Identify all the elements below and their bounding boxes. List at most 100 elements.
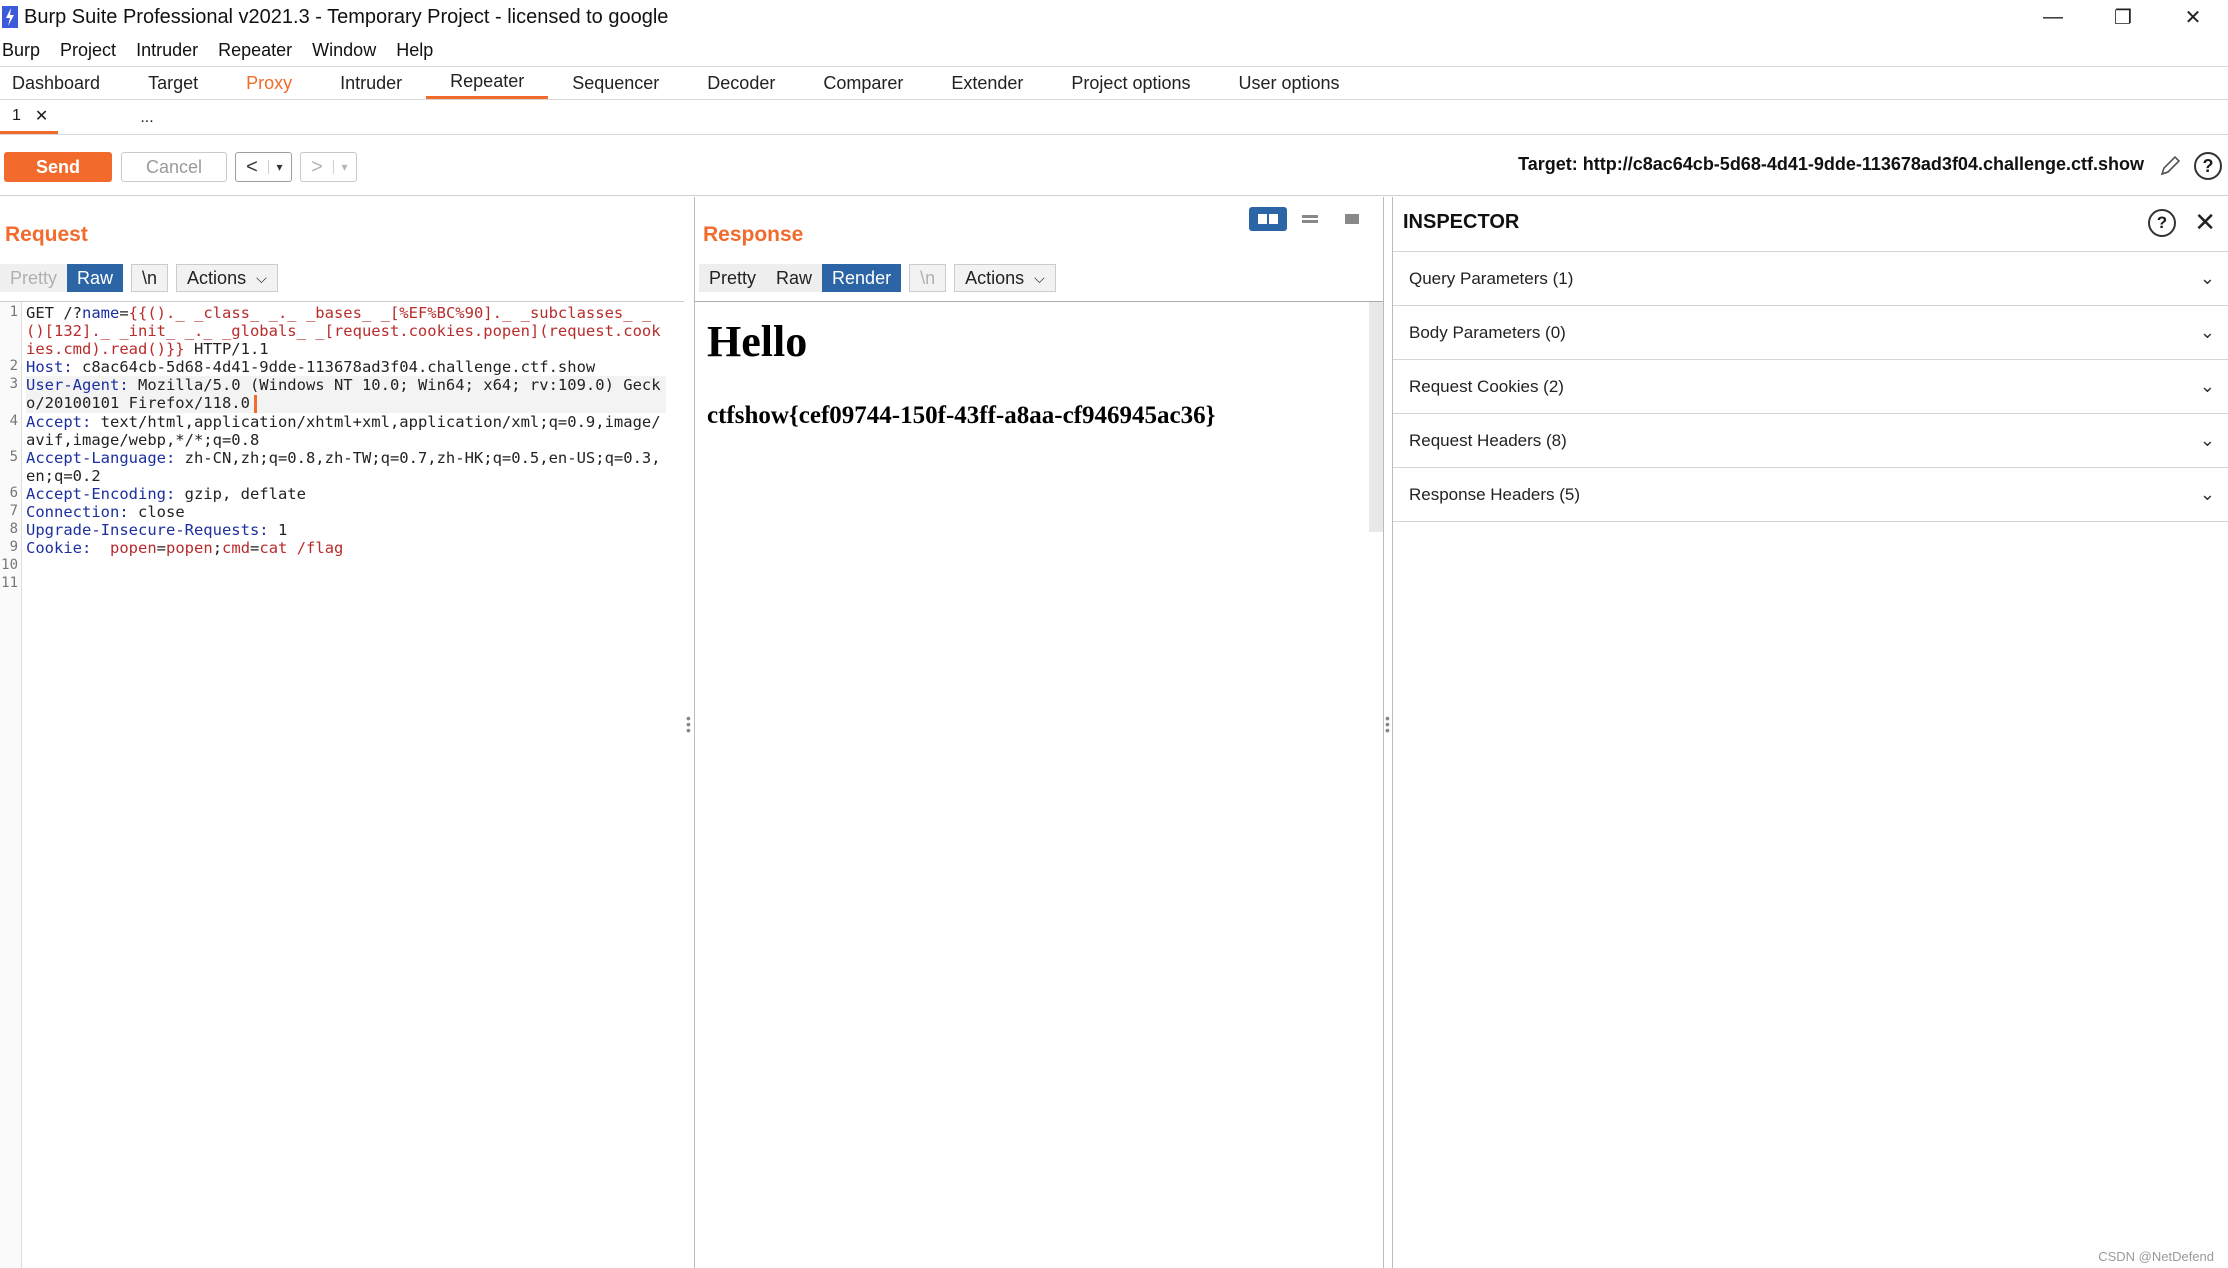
response-render-button[interactable]: Render — [822, 264, 902, 292]
tab-user-options[interactable]: User options — [1215, 67, 1364, 99]
header-value: text/html,application/xhtml+xml,applicat… — [26, 412, 661, 449]
edit-target-icon[interactable] — [2158, 154, 2182, 178]
history-back-button[interactable]: < ▾ — [235, 152, 292, 182]
tab-proxy[interactable]: Proxy — [222, 67, 316, 99]
inspector-item-label: Body Parameters (0) — [1409, 322, 1566, 342]
inspector-item-label: Response Headers (5) — [1409, 484, 1581, 504]
request-editor[interactable]: 1 GET /?name={{()._ _class_ _._ _bases_ … — [0, 301, 684, 1268]
close-tab-icon[interactable]: ✕ — [35, 106, 48, 126]
side-by-side-layout-icon[interactable] — [1249, 207, 1287, 231]
line-number: 3 — [9, 376, 18, 392]
restore-icon[interactable]: ❐ — [2088, 0, 2158, 34]
header-name: User-Agent: — [26, 376, 129, 394]
inspector-query-parameters[interactable]: Query Parameters (1) ⌄ — [1393, 252, 2228, 306]
inspector-close-icon[interactable]: ✕ — [2194, 207, 2216, 238]
watermark: CSDN @NetDefend — [2098, 1249, 2214, 1264]
panel-resize-handle[interactable]: • • • — [686, 711, 691, 737]
menu-repeater[interactable]: Repeater — [216, 40, 304, 61]
menu-intruder[interactable]: Intruder — [134, 40, 210, 61]
request-line: 2 Host: c8ac64cb-5d68-4d41-9dde-113678ad… — [10, 358, 666, 376]
repeater-tab-1[interactable]: 1 ✕ — [0, 101, 59, 134]
panel-resize-handle[interactable]: • • • — [1385, 711, 1390, 737]
chevron-down-icon: ⌵ — [256, 269, 267, 286]
tab-project-options[interactable]: Project options — [1047, 67, 1214, 99]
new-tab-button[interactable]: ... — [58, 101, 168, 134]
inspector-sections: Query Parameters (1) ⌄ Body Parameters (… — [1393, 251, 2228, 522]
stacked-layout-icon[interactable] — [1291, 207, 1329, 231]
request-pretty-button[interactable]: Pretty — [0, 264, 68, 292]
tab-intruder[interactable]: Intruder — [316, 67, 426, 99]
menu-help[interactable]: Help — [394, 40, 445, 61]
cookie-name: cmd — [222, 538, 251, 557]
request-actions-button[interactable]: Actions ⌵ — [176, 264, 278, 292]
line-number: 4 — [9, 412, 18, 429]
request-line: 1 GET /?name={{()._ _class_ _._ _bases_ … — [10, 304, 666, 358]
repeater-sub-tabs: 1 ✕ ... — [0, 101, 2228, 135]
tab-dashboard[interactable]: Dashboard — [0, 67, 124, 99]
menu-bar: Burp Project Intruder Repeater Window He… — [0, 36, 451, 64]
inspector-request-cookies[interactable]: Request Cookies (2) ⌄ — [1393, 360, 2228, 414]
response-view-toolbar: Pretty Raw Render \n Actions ⌵ — [699, 263, 1056, 293]
menu-window[interactable]: Window — [310, 40, 388, 61]
render-scrollbar[interactable] — [1369, 302, 1383, 532]
forward-arrow-icon[interactable]: > — [301, 156, 333, 179]
minimize-icon[interactable]: — — [2018, 0, 2088, 34]
chevron-down-icon: ⌄ — [2199, 268, 2215, 288]
help-icon[interactable]: ? — [2194, 152, 2222, 180]
tab-extender[interactable]: Extender — [927, 67, 1047, 99]
chevron-down-icon: ⌵ — [1034, 269, 1045, 286]
request-code[interactable]: 1 GET /?name={{()._ _class_ _._ _bases_ … — [1, 304, 666, 593]
response-actions-button[interactable]: Actions ⌵ — [954, 264, 1056, 292]
back-arrow-icon[interactable]: < — [236, 156, 268, 179]
target-url: Target: http://c8ac64cb-5d68-4d41-9dde-1… — [1518, 154, 2144, 174]
header-name: Cookie: — [26, 538, 92, 557]
menu-project[interactable]: Project — [58, 40, 128, 61]
header-name: Accept-Encoding: — [26, 484, 176, 503]
cookie-name: popen — [110, 538, 157, 557]
inspector-request-headers[interactable]: Request Headers (8) ⌄ — [1393, 414, 2228, 468]
menu-burp[interactable]: Burp — [0, 40, 52, 61]
repeater-toolbar: Send Cancel < ▾ > ▾ Target: http://c8ac6… — [0, 136, 2228, 196]
burp-logo-icon — [2, 6, 18, 28]
request-line: 11 — [1, 575, 666, 593]
query-separator: = — [119, 304, 129, 322]
chevron-down-icon: ⌄ — [2199, 430, 2215, 450]
history-forward-button[interactable]: > ▾ — [300, 152, 357, 182]
request-actions-label: Actions — [187, 267, 247, 288]
tabbed-layout-icon[interactable] — [1333, 207, 1371, 231]
tab-comparer[interactable]: Comparer — [799, 67, 927, 99]
send-button[interactable]: Send — [4, 152, 112, 182]
inspector-response-headers[interactable]: Response Headers (5) ⌄ — [1393, 468, 2228, 522]
inspector-item-label: Request Cookies (2) — [1409, 376, 1564, 396]
header-name: Upgrade-Insecure-Requests: — [26, 520, 269, 539]
tab-decoder[interactable]: Decoder — [683, 67, 799, 99]
request-raw-button[interactable]: Raw — [67, 264, 124, 292]
line-number: 6 — [9, 484, 18, 501]
inspector-title: INSPECTOR — [1403, 211, 1520, 233]
chevron-down-icon: ⌄ — [2199, 484, 2215, 504]
request-method: GET /? — [26, 304, 82, 322]
inspector-body-parameters[interactable]: Body Parameters (0) ⌄ — [1393, 306, 2228, 360]
request-line: 5 Accept-Language: zh-CN,zh;q=0.8,zh-TW;… — [10, 449, 666, 485]
tab-repeater[interactable]: Repeater — [426, 67, 549, 99]
request-line: 6 Accept-Encoding: gzip, deflate — [10, 484, 666, 503]
window-title: Burp Suite Professional v2021.3 - Tempor… — [24, 5, 669, 28]
request-line: 4 Accept: text/html,application/xhtml+xm… — [10, 412, 666, 449]
tab-sequencer[interactable]: Sequencer — [548, 67, 683, 99]
inspector-item-label: Query Parameters (1) — [1409, 268, 1574, 288]
repeater-tab-label: 1 — [12, 107, 21, 124]
main-tabs: Dashboard Target Proxy Intruder Repeater… — [0, 66, 2228, 100]
forward-dropdown-icon[interactable]: ▾ — [333, 160, 355, 174]
header-name: Connection: — [26, 502, 129, 521]
inspector-help-icon[interactable]: ? — [2148, 209, 2176, 237]
tab-target[interactable]: Target — [124, 67, 222, 99]
line-number: 10 — [1, 556, 18, 573]
close-icon[interactable]: ✕ — [2158, 0, 2228, 34]
back-dropdown-icon[interactable]: ▾ — [268, 160, 290, 174]
cancel-button[interactable]: Cancel — [121, 152, 227, 182]
header-value: gzip, deflate — [175, 484, 306, 503]
response-raw-button[interactable]: Raw — [766, 264, 823, 292]
request-newline-button[interactable]: \n — [131, 264, 169, 292]
response-pretty-button[interactable]: Pretty — [699, 264, 767, 292]
header-name: Accept: — [26, 412, 92, 431]
